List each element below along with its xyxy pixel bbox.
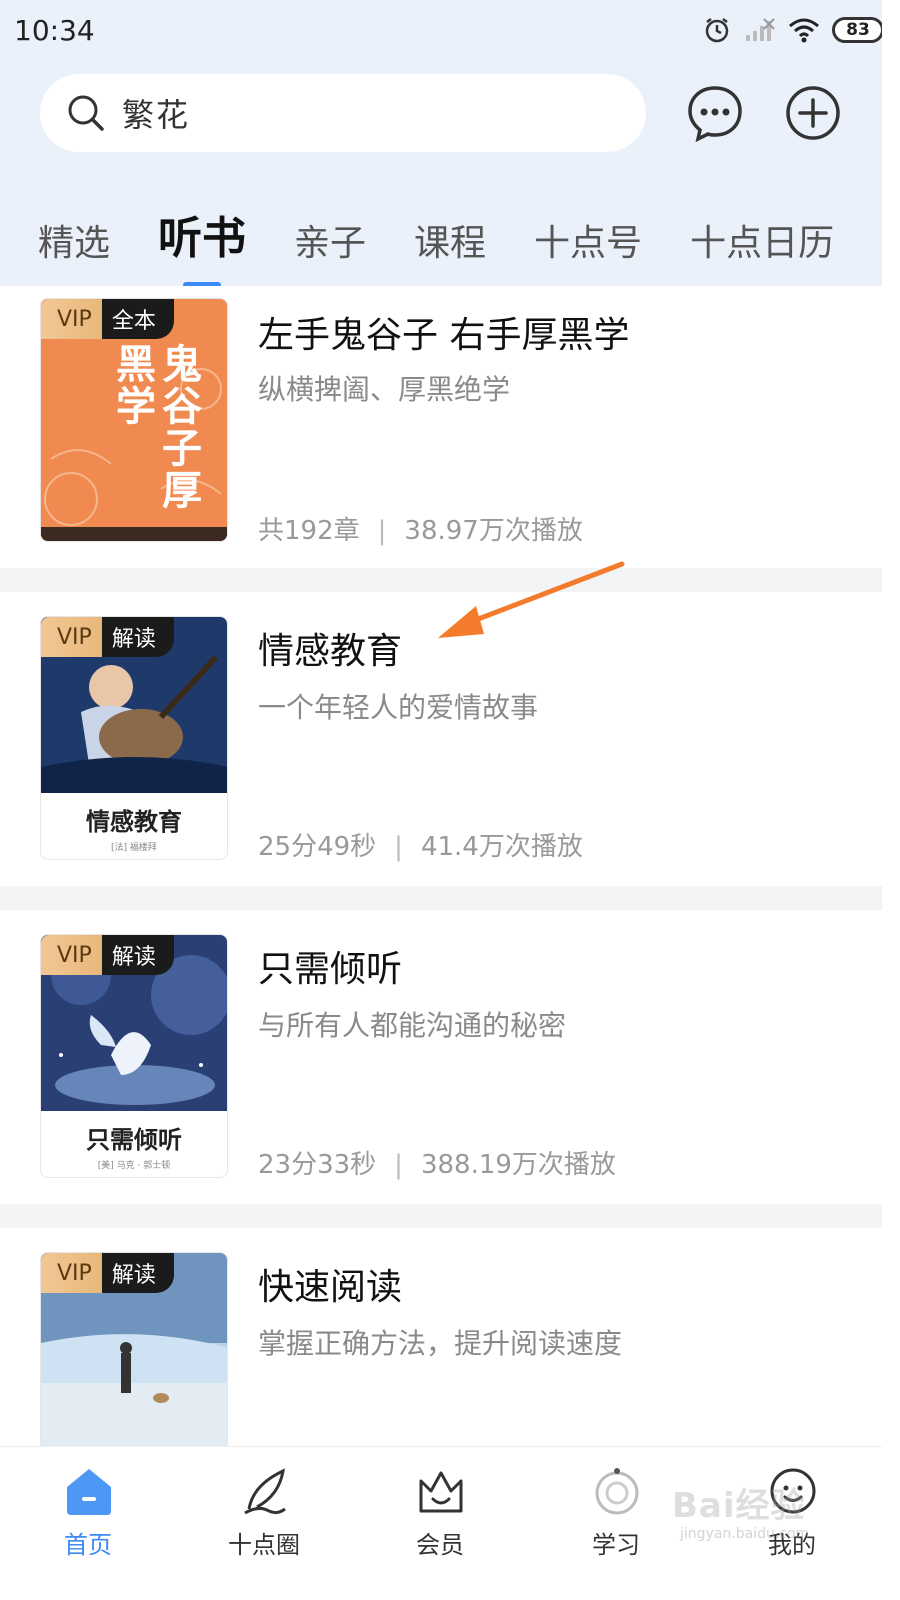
cover-author: [法] 福楼拜 bbox=[111, 843, 157, 853]
battery-indicator: 83 bbox=[832, 17, 884, 43]
study-icon bbox=[595, 1468, 639, 1515]
vip-badge: VIP bbox=[41, 617, 102, 657]
book-cover: VIP 解读 情感教育 [法] 福楼拜 bbox=[40, 616, 228, 860]
nav-member-label: 会员 bbox=[416, 1531, 464, 1559]
book-meta: 共192章 | 38.97万次播放 bbox=[258, 516, 583, 546]
nav-member[interactable]: 会员 bbox=[370, 1447, 510, 1600]
book-title: 只需倾听 bbox=[258, 949, 403, 990]
tab-qinzi[interactable]: 亲子 bbox=[294, 214, 366, 266]
bottom-navigation: 首页 十点圈 会员 学习 我的 bbox=[0, 1446, 882, 1600]
right-edge bbox=[882, 0, 900, 1600]
nav-study[interactable]: 学习 bbox=[546, 1447, 686, 1600]
nav-home[interactable]: 首页 bbox=[18, 1447, 158, 1600]
header-area: 10:34 83 繁花 精选 听书 亲子 课程 十点号 十点日历 bbox=[0, 0, 900, 290]
nav-study-label: 学习 bbox=[592, 1531, 640, 1559]
add-icon[interactable] bbox=[784, 84, 842, 142]
play-count: 38.97万次播放 bbox=[404, 516, 583, 546]
play-count: 388.19万次播放 bbox=[420, 1150, 616, 1180]
cover-text: 鬼谷子厚黑学 bbox=[109, 343, 202, 511]
tab-tingshu-label: 听书 bbox=[158, 213, 247, 264]
type-badge: 解读 bbox=[101, 935, 174, 975]
book-card[interactable]: VIP 解读 情感教育 [法] 福楼拜 情感教育 一个年轻人的爱情故事 25分4… bbox=[0, 561, 882, 886]
nav-shidianquan[interactable]: 十点圈 bbox=[194, 1447, 334, 1600]
book-cover: VIP 全本 鬼谷子厚黑学 bbox=[40, 298, 228, 542]
play-count: 41.4万次播放 bbox=[420, 832, 583, 862]
tab-kecheng[interactable]: 课程 bbox=[414, 214, 486, 266]
cover-badge: VIP 全本 bbox=[41, 299, 174, 339]
cover-author: [美] 马克 · 郭士顿 bbox=[97, 1161, 171, 1171]
type-badge: 解读 bbox=[101, 617, 174, 657]
home-icon bbox=[67, 1469, 111, 1515]
book-subtitle: 掌握正确方法，提升阅读速度 bbox=[258, 1327, 623, 1360]
book-meta: 23分33秒 | 388.19万次播放 bbox=[258, 1150, 616, 1180]
wifi-icon bbox=[789, 18, 819, 43]
search-text: 繁花 bbox=[122, 96, 191, 134]
status-time: 10:34 bbox=[14, 14, 95, 47]
nav-shidianquan-label: 十点圈 bbox=[228, 1531, 300, 1559]
crown-icon bbox=[419, 1471, 463, 1513]
chapter-count: 共192章 bbox=[258, 516, 360, 546]
book-title: 情感教育 bbox=[258, 631, 403, 672]
book-card[interactable]: VIP 全本 鬼谷子厚黑学 左手鬼谷子 右手厚黑学 纵横捭阖、厚黑绝学 共192… bbox=[0, 286, 882, 568]
signal-icon bbox=[746, 18, 775, 41]
vip-badge: VIP bbox=[41, 1253, 102, 1293]
book-card[interactable]: VIP 解读 只需倾听 [美] 马克 · 郭士顿 只需倾听 与所有人都能沟通的秘… bbox=[0, 910, 882, 1204]
tab-tingshu[interactable]: 听书 bbox=[158, 202, 247, 288]
type-badge: 全本 bbox=[101, 299, 174, 339]
book-cover: VIP 解读 只需倾听 [美] 马克 · 郭士顿 bbox=[40, 934, 228, 1178]
book-cover: VIP 解读 bbox=[40, 1252, 228, 1446]
nav-home-label: 首页 bbox=[64, 1531, 112, 1559]
cover-title: 只需倾听 bbox=[86, 1125, 182, 1154]
duration: 23分33秒 bbox=[258, 1150, 377, 1180]
cover-badge: VIP 解读 bbox=[41, 1253, 174, 1293]
status-bar: 10:34 83 bbox=[0, 0, 900, 60]
book-subtitle: 一个年轻人的爱情故事 bbox=[258, 691, 539, 724]
vip-badge: VIP bbox=[41, 299, 102, 339]
alarm-icon bbox=[705, 18, 729, 43]
cover-badge: VIP 解读 bbox=[41, 617, 174, 657]
book-title: 快速阅读 bbox=[258, 1267, 403, 1308]
book-subtitle: 纵横捭阖、厚黑绝学 bbox=[258, 373, 511, 406]
search-icon bbox=[68, 95, 104, 131]
nav-mine[interactable]: 我的 bbox=[722, 1447, 862, 1600]
tab-shidianrili[interactable]: 十点日历 bbox=[690, 214, 834, 266]
cover-title: 情感教育 bbox=[86, 807, 182, 836]
duration: 25分49秒 bbox=[258, 832, 377, 862]
profile-icon bbox=[770, 1468, 816, 1514]
message-icon[interactable] bbox=[686, 84, 744, 142]
cover-badge: VIP 解读 bbox=[41, 935, 174, 975]
book-card[interactable]: VIP 解读 快速阅读 掌握正确方法，提升阅读速度 bbox=[0, 1228, 882, 1446]
annotation-arrow-icon bbox=[438, 561, 625, 638]
feather-icon bbox=[244, 1468, 286, 1515]
book-title: 左手鬼谷子 右手厚黑学 bbox=[258, 315, 630, 356]
type-badge: 解读 bbox=[101, 1253, 174, 1293]
tab-jingxuan[interactable]: 精选 bbox=[38, 214, 110, 266]
category-tabs: 精选 听书 亲子 课程 十点号 十点日历 bbox=[38, 196, 898, 288]
search-input[interactable]: 繁花 bbox=[40, 74, 646, 152]
vip-badge: VIP bbox=[41, 935, 102, 975]
book-meta: 25分49秒 | 41.4万次播放 bbox=[258, 832, 583, 862]
nav-mine-label: 我的 bbox=[768, 1531, 816, 1559]
status-icons: 83 bbox=[702, 12, 884, 48]
tab-shidianhao[interactable]: 十点号 bbox=[534, 214, 642, 266]
book-subtitle: 与所有人都能沟通的秘密 bbox=[258, 1009, 567, 1042]
